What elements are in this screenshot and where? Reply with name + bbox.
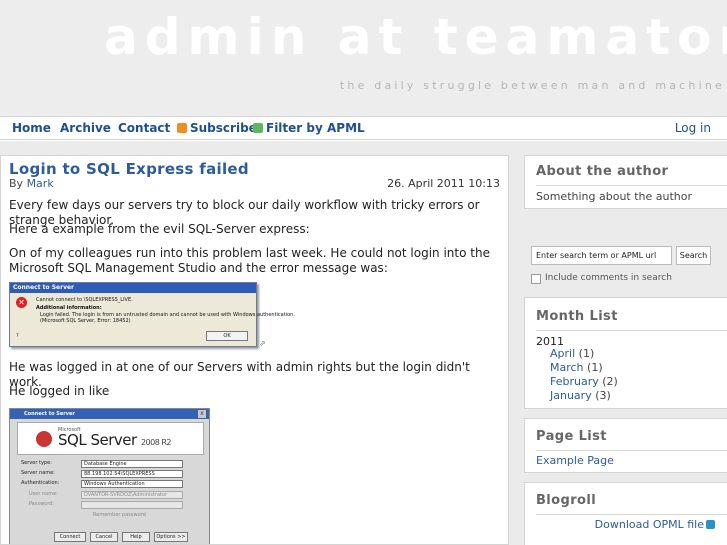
help-button: Help <box>122 532 150 542</box>
month-link[interactable]: March <box>550 361 584 374</box>
form-row: Server type: Database Engine <box>21 460 183 468</box>
post-date: 26. April 2011 10:13 <box>387 177 500 190</box>
error-screenshot[interactable]: Connect to Server ✕ Cannot connect to \S… <box>9 282 295 347</box>
byline-label: By <box>9 177 24 190</box>
form-field: Database Engine <box>81 460 183 468</box>
form-field: 88.198.102.54\SQLEXPRESS <box>81 470 183 478</box>
month-link[interactable]: April <box>550 347 575 360</box>
page-list-title: Page List <box>536 429 607 444</box>
form-field: DVANTOR-SVRDOZ\Administrator <box>81 491 183 499</box>
month-link[interactable]: February <box>550 375 599 388</box>
post-paragraph: On of my colleagues run into this proble… <box>9 246 490 275</box>
dialog-titlebar: Connect to Server <box>10 283 256 293</box>
nav-filter-apml[interactable]: Filter by APML <box>253 121 365 135</box>
sql-server-logo-icon <box>36 431 52 447</box>
remember-password-label: Remember password <box>93 512 146 518</box>
site-title[interactable]: admin at teamaton <box>104 8 727 66</box>
search-button[interactable]: Search <box>676 246 711 265</box>
include-comments-label: Include comments in search <box>545 273 672 283</box>
login-link[interactable]: Log in <box>675 121 711 135</box>
product-name: SQL Server 2008 R2 <box>58 431 172 449</box>
dialog-additional-info: Additional information: <box>36 305 102 311</box>
form-field <box>81 501 183 509</box>
sql-server-banner: Microsoft SQL Server 2008 R2 <box>17 422 204 455</box>
form-row: Password: <box>21 501 183 509</box>
search-input[interactable] <box>531 246 672 265</box>
external-link-icon: ⇗ <box>259 339 266 348</box>
include-comments-checkbox[interactable] <box>531 274 541 284</box>
cancel-button: Cancel <box>90 532 118 542</box>
month-count: (1) <box>587 361 603 374</box>
product-version: 2008 R2 <box>140 438 172 447</box>
form-label: Password: <box>29 501 55 507</box>
about-author-title: About the author <box>536 164 669 179</box>
nav-archive[interactable]: Archive <box>60 121 111 135</box>
month-count: (2) <box>602 375 618 388</box>
month-item: April (1) <box>550 347 594 360</box>
form-label: Server name: <box>21 470 55 476</box>
form-row: User name: DVANTOR-SVRDOZ\Administrator <box>21 491 183 499</box>
blogroll-title: Blogroll <box>536 493 597 508</box>
box-divider <box>536 450 727 451</box>
page-list-box: Page List Example Page <box>524 418 727 473</box>
nav-contact[interactable]: Contact <box>118 121 170 135</box>
form-row: Remember password <box>21 512 146 520</box>
blog-post: Login to SQL Express failed By Mark 26. … <box>0 155 509 545</box>
download-opml-label: Download OPML file <box>594 518 704 531</box>
apml-icon <box>253 123 263 133</box>
options-button: Options >> <box>154 532 188 542</box>
month-list-box: Month List 2011 April (1) March (1) Febr… <box>524 297 727 409</box>
rss-icon <box>177 123 187 133</box>
form-label: Authentication: <box>21 480 60 486</box>
form-row: Authentication: Windows Authentication <box>21 480 183 488</box>
dialog-message: Cannot connect to \SQLEXPRESS_LIVE. <box>36 297 133 303</box>
about-author-text: Something about the author <box>536 190 693 203</box>
nav-home[interactable]: Home <box>12 121 51 135</box>
author-link[interactable]: Mark <box>27 177 54 190</box>
dialog-detail-line2: (Microsoft SQL Server, Error: 18452) <box>40 318 131 324</box>
error-icon: ✕ <box>16 297 27 308</box>
month-item: January (3) <box>550 389 611 402</box>
month-link[interactable]: January <box>550 389 592 402</box>
site-tagline: the daily struggle between man and machi… <box>339 79 725 92</box>
blogroll-box: Blogroll Download OPML file <box>524 482 727 545</box>
dialog-detail: Login failed. The login is from an untru… <box>40 312 295 324</box>
month-item: March (1) <box>550 361 603 374</box>
form-field: Windows Authentication <box>81 480 183 488</box>
form-row: Server name: 88.198.102.54\SQLEXPRESS <box>21 470 183 478</box>
box-divider <box>536 330 727 331</box>
post-byline: By Mark <box>9 177 54 190</box>
product-label: SQL Server <box>58 431 137 449</box>
main-nav: Home Archive Contact Subscribe Filter by… <box>0 116 727 140</box>
nav-filter-apml-label: Filter by APML <box>266 121 365 135</box>
form-label: User name: <box>29 491 58 497</box>
post-paragraph: He logged in like <box>9 384 110 398</box>
month-item: February (2) <box>550 375 618 388</box>
nav-subscribe-label: Subscribe <box>190 121 257 135</box>
download-opml-link[interactable]: Download OPML file <box>595 518 715 531</box>
box-divider <box>536 514 727 515</box>
opml-icon <box>706 520 715 529</box>
connect-button: Connect <box>54 532 86 542</box>
post-paragraph: Here a example from the evil SQL-Server … <box>9 222 310 236</box>
form-label: Server type: <box>21 460 52 466</box>
login-screenshot[interactable]: Connect to Server x Microsoft SQL Server… <box>9 408 210 544</box>
month-list-title: Month List <box>536 309 618 324</box>
connect-form: Server type: Database Engine Server name:… <box>17 458 204 528</box>
site-header: admin at teamaton the daily struggle bet… <box>0 0 727 116</box>
page-link-example[interactable]: Example Page <box>536 454 614 467</box>
nav-subscribe[interactable]: Subscribe <box>177 121 257 135</box>
about-author-box: About the author Something about the aut… <box>524 155 727 209</box>
box-divider <box>536 185 727 186</box>
dialog-titlebar: Connect to Server <box>10 409 209 419</box>
dialog-ok-button: OK <box>206 331 248 341</box>
close-icon: x <box>198 410 206 418</box>
post-title[interactable]: Login to SQL Express failed <box>9 160 249 178</box>
month-count: (3) <box>595 389 611 402</box>
help-icon: ? <box>16 333 19 339</box>
month-count: (1) <box>578 347 595 360</box>
